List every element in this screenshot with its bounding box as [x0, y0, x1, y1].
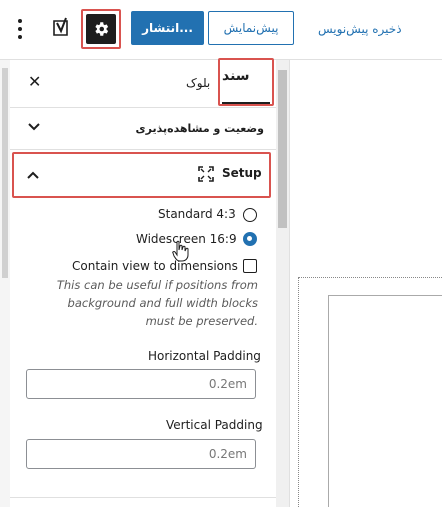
vertical-padding-label: Vertical Padding	[166, 418, 263, 432]
editor-screen: انتشار... پیش‌نمایش ذخیره پیش‌نویس سند ب…	[0, 0, 442, 507]
horizontal-padding-input[interactable]	[26, 369, 256, 399]
document-tab-highlight-box	[218, 58, 274, 106]
panel-status-visibility[interactable]: وضعیت و مشاهده‌پذیری	[10, 108, 276, 150]
close-icon[interactable]: ✕	[28, 72, 41, 91]
fullscreen-icon	[198, 166, 214, 182]
sidebar-scrollbar[interactable]	[276, 60, 289, 507]
contain-view-label: Contain view to dimensions	[72, 259, 238, 273]
contain-view-checkbox[interactable]	[243, 259, 257, 273]
preview-button[interactable]: پیش‌نمایش	[208, 11, 294, 45]
help-text: This can be useful if positions from bac…	[56, 278, 258, 328]
radio-widescreen[interactable]	[243, 232, 257, 246]
divider	[10, 497, 276, 498]
tab-block[interactable]: بلوک	[186, 76, 210, 90]
panel-status-title: وضعیت و مشاهده‌پذیری	[135, 122, 264, 135]
chevron-up-icon[interactable]	[26, 168, 40, 182]
canvas-inner-block[interactable]	[328, 295, 442, 507]
gear-highlight-box	[81, 9, 121, 49]
editor-top-toolbar: انتشار... پیش‌نمایش ذخیره پیش‌نویس	[0, 0, 442, 60]
left-scrollbar[interactable]	[0, 60, 10, 507]
radio-standard[interactable]	[243, 208, 257, 222]
save-draft-link[interactable]: ذخیره پیش‌نویس	[318, 22, 402, 36]
horizontal-padding-label: Horizontal Padding	[148, 349, 261, 363]
more-options-icon[interactable]	[10, 16, 30, 42]
chevron-down-icon	[28, 123, 40, 131]
option-standard-label: Standard 4:3	[158, 207, 236, 221]
setup-panel-title[interactable]: Setup	[222, 166, 262, 180]
publish-button[interactable]: انتشار...	[131, 11, 204, 45]
vertical-padding-input[interactable]	[26, 439, 256, 469]
editor-canvas[interactable]	[290, 60, 442, 507]
yoast-icon[interactable]	[48, 15, 74, 41]
